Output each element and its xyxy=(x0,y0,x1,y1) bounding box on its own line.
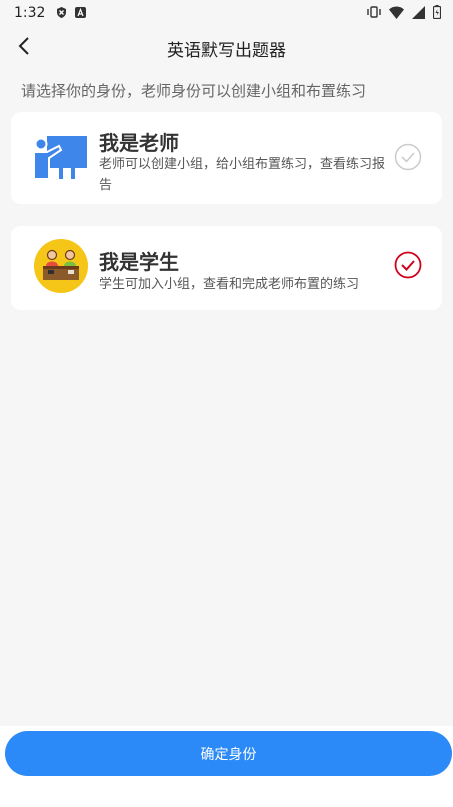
unchecked-icon[interactable] xyxy=(394,143,422,171)
battery-icon xyxy=(432,5,442,23)
signal-icon xyxy=(412,5,425,23)
page-title: 英语默写出题器 xyxy=(167,41,286,61)
app-bar: 英语默写出题器 xyxy=(0,26,453,70)
a-icon xyxy=(75,6,86,18)
status-bar: 1:32 xyxy=(0,0,453,26)
teacher-role-description: 老师可以创建小组，给小组布置练习，查看练习报告 xyxy=(99,157,386,193)
teacher-icon xyxy=(33,134,89,184)
role-hint: 请选择你的身份，老师身份可以创建小组和布置练习 xyxy=(21,82,367,100)
student-role-title: 我是学生 xyxy=(99,250,179,274)
student-role-card[interactable]: 我是学生 学生可加入小组，查看和完成老师布置的练习 xyxy=(11,226,442,310)
vibrate-icon xyxy=(367,5,381,23)
shield-icon xyxy=(56,6,67,18)
student-icon xyxy=(33,238,89,298)
checked-icon[interactable] xyxy=(394,251,422,279)
teacher-role-title: 我是老师 xyxy=(99,131,179,155)
student-role-description: 学生可加入小组，查看和完成老师布置的练习 xyxy=(99,277,360,292)
wifi-icon xyxy=(389,6,404,23)
status-time: 1:32 xyxy=(14,5,46,21)
confirm-identity-button[interactable]: 确定身份 xyxy=(5,731,452,776)
teacher-role-card[interactable]: 我是老师 老师可以创建小组，给小组布置练习，查看练习报告 xyxy=(11,112,442,204)
